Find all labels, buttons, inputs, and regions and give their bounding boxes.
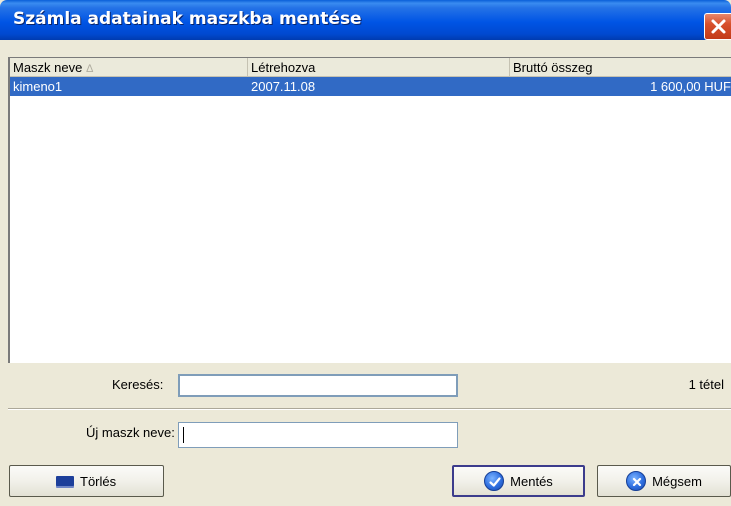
close-icon bbox=[711, 19, 726, 34]
keyboard-icon bbox=[56, 476, 74, 486]
save-button-label: Mentés bbox=[510, 473, 553, 489]
dialog-window: Számla adatainak maszkba mentése Maszk n… bbox=[0, 0, 731, 506]
row-gross-amount: 1 600,00 HUF bbox=[650, 79, 731, 94]
window-title: Számla adatainak maszkba mentése bbox=[13, 9, 362, 29]
table-row[interactable]: kimeno1 2007.11.08 1 600,00 HUF bbox=[10, 77, 731, 96]
row-mask-name: kimeno1 bbox=[13, 79, 63, 94]
sort-ascending-icon: ∆ bbox=[86, 63, 94, 75]
cancel-button-label: Mégsem bbox=[652, 473, 702, 489]
column-header-gross-label: Bruttó összeg bbox=[513, 60, 593, 75]
save-button[interactable]: Mentés bbox=[452, 465, 585, 497]
text-caret bbox=[183, 427, 184, 443]
column-header-gross[interactable]: Bruttó összeg bbox=[510, 58, 731, 77]
close-button[interactable] bbox=[704, 13, 731, 40]
x-circle-icon bbox=[626, 471, 647, 491]
search-label: Keresés: bbox=[112, 377, 164, 392]
row-created-date: 2007.11.08 bbox=[251, 79, 316, 94]
delete-button-label: Törlés bbox=[80, 473, 117, 489]
mask-list[interactable]: Maszk neve ∆ Létrehozva Bruttó összeg kim… bbox=[8, 57, 731, 363]
column-header-created[interactable]: Létrehozva bbox=[248, 58, 510, 77]
checkmark-icon bbox=[484, 471, 505, 491]
cancel-button[interactable]: Mégsem bbox=[597, 465, 731, 497]
column-header-created-label: Létrehozva bbox=[251, 60, 316, 75]
new-mask-name-input[interactable] bbox=[178, 422, 458, 448]
column-header-name[interactable]: Maszk neve ∆ bbox=[10, 58, 248, 77]
item-count: 1 tétel bbox=[688, 377, 724, 392]
title-bar[interactable]: Számla adatainak maszkba mentése bbox=[0, 0, 731, 40]
list-header: Maszk neve ∆ Létrehozva Bruttó összeg bbox=[10, 58, 731, 77]
search-input[interactable] bbox=[178, 374, 458, 397]
divider bbox=[8, 408, 731, 410]
new-mask-name-label: Új maszk neve: bbox=[86, 425, 175, 440]
delete-button[interactable]: Törlés bbox=[9, 465, 164, 497]
column-header-name-label: Maszk neve bbox=[13, 60, 83, 75]
